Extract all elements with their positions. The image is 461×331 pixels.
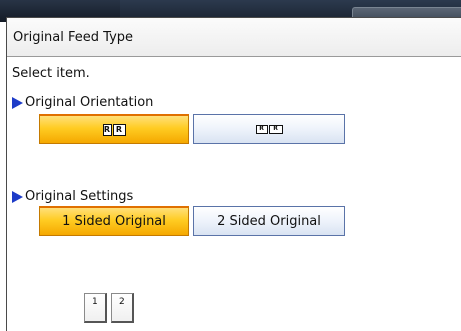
one-sided-label: 1 Sided Original <box>62 214 166 229</box>
orientation-heading: Original Orientation <box>25 95 154 110</box>
one-sided-original-button[interactable]: 1 Sided Original <box>39 206 189 236</box>
preview-page-1: 1 <box>84 293 107 323</box>
triangle-arrow-icon <box>12 96 23 109</box>
page-back-glyph: R <box>112 123 126 136</box>
instruction-text: Select item. <box>12 66 90 81</box>
orientation-section-heading: Original Orientation <box>12 95 153 110</box>
settings-section-heading: Original Settings <box>12 189 133 204</box>
dialog-panel: Original Feed Type Select item. Original… <box>6 17 461 331</box>
orientation-readable-button[interactable]: R R <box>39 114 189 144</box>
triangle-arrow-icon <box>12 190 23 203</box>
window-title: Original Feed Type <box>13 30 134 45</box>
orientation-unreadable-button[interactable]: R R <box>193 114 345 144</box>
page-front-glyph: R <box>255 124 268 134</box>
preview-page-2: 2 <box>111 293 134 323</box>
two-sided-original-button[interactable]: 2 Sided Original <box>193 206 345 236</box>
page-back-glyph: R <box>268 124 283 134</box>
readable-direction-icon: R R <box>102 123 126 136</box>
unreadable-direction-icon: R R <box>255 124 283 134</box>
settings-heading: Original Settings <box>25 189 134 204</box>
page-number: 1 <box>92 297 98 307</box>
title-bar: Original Feed Type <box>7 18 461 57</box>
page-number: 2 <box>119 297 125 307</box>
two-sided-label: 2 Sided Original <box>217 213 321 229</box>
page-front-glyph: R <box>102 123 112 136</box>
